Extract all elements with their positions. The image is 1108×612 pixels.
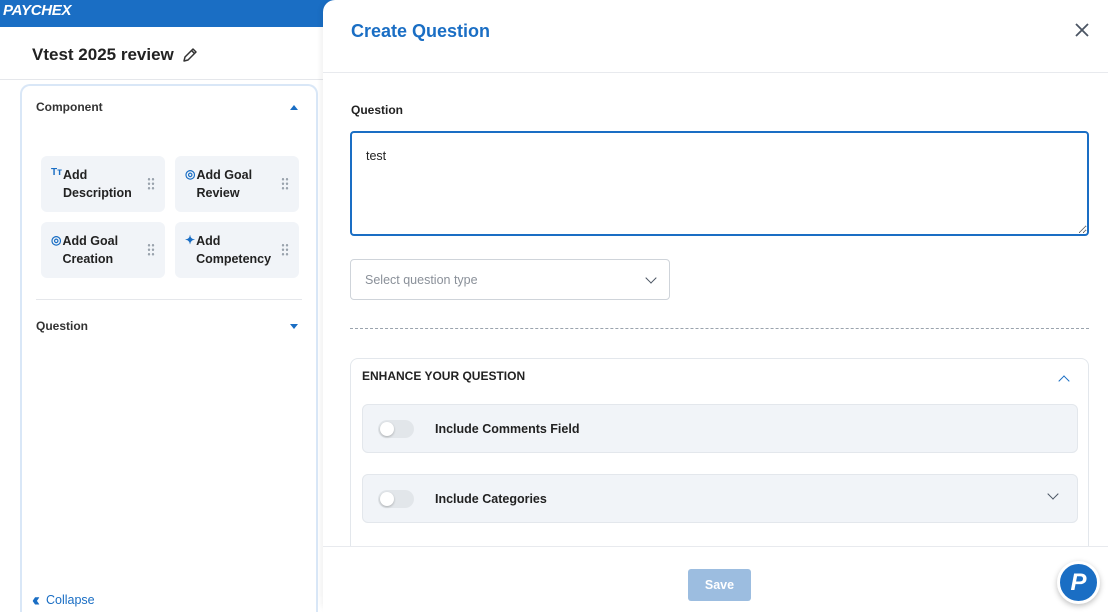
component-add-goal-review[interactable]: ◎ Add Goal Review (175, 156, 299, 212)
divider (0, 79, 340, 80)
chevron-down-icon (645, 271, 657, 284)
option-label: Include Categories (435, 491, 547, 506)
option-include-comments: Include Comments Field (362, 404, 1078, 453)
component-add-competency[interactable]: ✦ Add Competency (175, 222, 299, 278)
chevron-up-icon[interactable] (1058, 375, 1070, 387)
option-include-categories[interactable]: Include Categories (362, 474, 1078, 523)
component-add-description[interactable]: Tт Add Description (41, 156, 165, 212)
question-section-header[interactable]: Question (36, 319, 88, 333)
review-builder-page: Vtest 2025 review Component Tт Add Descr… (0, 27, 340, 612)
drawer-title: Create Question (351, 21, 491, 41)
close-icon[interactable] (1074, 22, 1090, 38)
component-label: Add Description (63, 168, 132, 200)
drag-handle-icon[interactable] (281, 177, 289, 190)
component-label: Add Goal Creation (62, 234, 119, 266)
divider (36, 299, 302, 300)
drag-handle-icon[interactable] (147, 177, 155, 190)
target-icon: ◎ (51, 233, 62, 247)
chevron-down-icon[interactable] (1047, 488, 1059, 500)
question-input[interactable] (350, 131, 1089, 236)
paychex-assistant-button[interactable]: P (1057, 561, 1100, 604)
divider (323, 72, 1108, 73)
option-label: Include Comments Field (435, 421, 580, 436)
component-label: Add Goal Review (196, 168, 253, 200)
component-section-header[interactable]: Component (36, 100, 103, 114)
comments-toggle[interactable] (378, 419, 414, 438)
categories-toggle[interactable] (378, 489, 414, 508)
brand-bar: PAYCHEX (0, 0, 340, 27)
collapse-button[interactable]: ‹‹ Collapse (32, 590, 95, 610)
drawer-footer: Save (323, 546, 1108, 612)
double-chevron-left-icon: ‹‹ (32, 590, 40, 610)
target-icon: ◎ (185, 167, 196, 181)
drag-handle-icon[interactable] (147, 243, 155, 256)
caret-up-icon[interactable] (290, 105, 298, 110)
text-size-icon: Tт (51, 167, 63, 178)
enhance-title: ENHANCE YOUR QUESTION (362, 369, 526, 383)
question-label: Question (351, 103, 404, 117)
builder-panel: Component Tт Add Description ◎ Add Goal … (20, 84, 318, 612)
pencil-icon[interactable] (182, 47, 198, 63)
sparkle-icon: ✦ (185, 233, 196, 247)
review-title-text: Vtest 2025 review (32, 45, 174, 64)
component-add-goal-creation[interactable]: ◎ Add Goal Creation (41, 222, 165, 278)
collapse-label: Collapse (46, 593, 95, 607)
question-type-placeholder: Select question type (365, 272, 478, 287)
component-label: Add Competency (196, 234, 272, 266)
drag-handle-icon[interactable] (281, 243, 289, 256)
save-button[interactable]: Save (688, 569, 751, 601)
caret-down-icon[interactable] (290, 324, 298, 329)
enhance-question-section: ENHANCE YOUR QUESTION Include Comments F… (350, 358, 1089, 558)
review-title: Vtest 2025 review (32, 45, 198, 65)
dashed-divider (350, 328, 1089, 329)
create-question-drawer: Create Question Question Select question… (323, 0, 1108, 612)
paychex-logo[interactable]: PAYCHEX (3, 2, 72, 19)
question-type-select[interactable]: Select question type (350, 259, 670, 300)
